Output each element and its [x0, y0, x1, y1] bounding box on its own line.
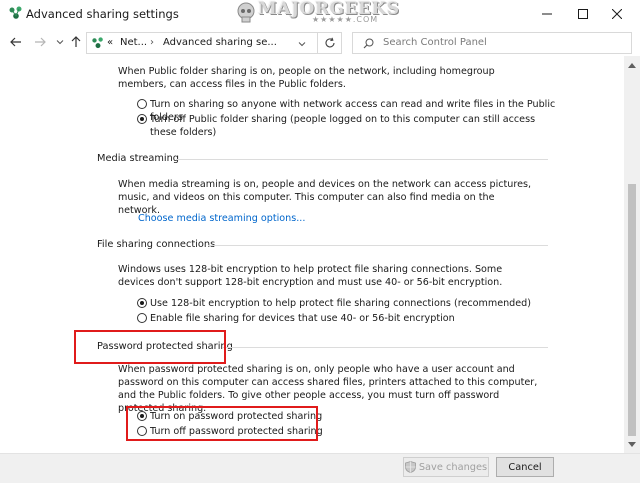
- network-icon: [92, 37, 103, 49]
- arrow-left-icon: [10, 37, 21, 47]
- close-button[interactable]: [594, 0, 640, 28]
- search-placeholder: Search Control Panel: [383, 37, 487, 48]
- address-input[interactable]: « Net... › Advanced sharing se...: [86, 32, 342, 54]
- breadcrumb-overflow[interactable]: «: [107, 37, 113, 48]
- forward-button[interactable]: [32, 34, 48, 50]
- cancel-button[interactable]: Cancel: [496, 457, 554, 477]
- chevron-down-icon[interactable]: [298, 40, 306, 48]
- arrow-right-icon: [35, 37, 46, 47]
- section-divider: [208, 245, 548, 246]
- save-changes-label: Save changes: [418, 461, 488, 473]
- section-divider: [176, 159, 548, 160]
- close-icon: [612, 9, 622, 19]
- vertical-scrollbar[interactable]: [624, 56, 640, 453]
- maximize-icon: [578, 9, 588, 19]
- address-bar: « Net... › Advanced sharing se... Search…: [0, 28, 640, 56]
- breadcrumb-advanced-sharing[interactable]: Advanced sharing se...: [163, 37, 277, 48]
- media-streaming-description: When media streaming is on, people and d…: [118, 179, 532, 216]
- skull-icon: [237, 2, 255, 23]
- refresh-icon: [325, 37, 335, 48]
- radio-button[interactable]: [137, 313, 147, 323]
- public-folder-description: When Public folder sharing is on, people…: [118, 66, 495, 90]
- up-button[interactable]: [68, 34, 84, 50]
- section-divider: [222, 347, 548, 348]
- watermark-subtext: ★★★★★.COM: [312, 15, 379, 24]
- public-sharing-off-option[interactable]: Turn off Public folder sharing (people l…: [137, 113, 537, 139]
- radio-label: Turn off Public folder sharing (people l…: [150, 114, 536, 138]
- arrow-up-icon: [71, 36, 81, 47]
- password-heading-highlight: [74, 330, 226, 364]
- scroll-up-button[interactable]: [624, 58, 640, 72]
- refresh-button[interactable]: [317, 32, 342, 54]
- triangle-up-icon: [628, 63, 636, 68]
- breadcrumb-network[interactable]: Net...: [120, 37, 147, 48]
- save-changes-button[interactable]: Save changes: [403, 457, 489, 477]
- chevron-down-icon: [56, 40, 64, 45]
- media-streaming-options-link[interactable]: Choose media streaming options...: [138, 213, 305, 224]
- file-sharing-heading: File sharing connections: [97, 239, 216, 250]
- scroll-thumb[interactable]: [628, 184, 636, 436]
- back-button[interactable]: [8, 34, 24, 50]
- radio-button-checked[interactable]: [137, 298, 147, 308]
- scroll-down-button[interactable]: [624, 438, 640, 452]
- file-sharing-description: Windows uses 128-bit encryption to help …: [118, 264, 503, 288]
- recent-locations-button[interactable]: [52, 34, 68, 50]
- triangle-down-icon: [628, 442, 636, 447]
- cancel-label: Cancel: [508, 461, 542, 473]
- window-title: Advanced sharing settings: [26, 7, 179, 21]
- title-bar: Advanced sharing settings MAJORGEEKS ★★★…: [0, 0, 640, 28]
- network-icon: [9, 6, 22, 19]
- shield-icon: [404, 461, 416, 473]
- encryption-40-56-option[interactable]: Enable file sharing for devices that use…: [137, 312, 455, 325]
- radio-label: Use 128-bit encryption to help protect f…: [150, 298, 531, 309]
- settings-content: When Public folder sharing is on, people…: [0, 56, 624, 453]
- encryption-128-option[interactable]: Use 128-bit encryption to help protect f…: [137, 297, 531, 310]
- password-options-highlight: [126, 406, 318, 441]
- radio-label: Enable file sharing for devices that use…: [150, 313, 455, 324]
- search-icon: [363, 38, 374, 49]
- breadcrumb-separator: ›: [150, 37, 154, 48]
- dialog-footer: Save changes Cancel: [0, 453, 640, 483]
- radio-button[interactable]: [137, 99, 147, 109]
- radio-button-checked[interactable]: [137, 114, 147, 124]
- minimize-icon: [542, 13, 552, 15]
- search-input[interactable]: Search Control Panel: [352, 32, 632, 54]
- media-streaming-heading: Media streaming: [97, 153, 180, 164]
